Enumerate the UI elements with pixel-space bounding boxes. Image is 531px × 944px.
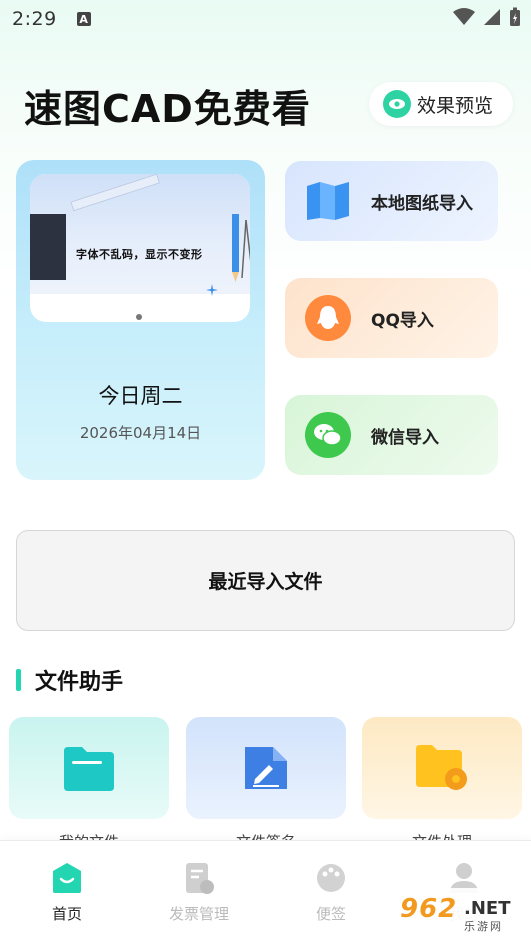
sparkle-icon	[206, 284, 218, 296]
local-import-button[interactable]: 本地图纸导入	[285, 161, 498, 241]
invoice-icon	[186, 863, 214, 894]
cad-screen-graphic	[30, 214, 66, 280]
nav-home-label: 首页	[51, 905, 82, 923]
nav-invoice-label: 发票管理	[168, 905, 229, 923]
wifi-icon	[453, 8, 475, 25]
recent-files-label: 最近导入文件	[208, 571, 323, 593]
date-card: 字体不乱码，显示不变形 今日周二 2026年04月14日	[16, 160, 265, 480]
nav-invoice[interactable]: 发票管理	[133, 841, 265, 944]
palette-icon	[317, 864, 345, 892]
signal-icon	[484, 9, 500, 25]
status-bar: 2:29 A	[0, 0, 531, 38]
folder-gear-icon	[416, 745, 467, 790]
folder-icon	[64, 747, 114, 791]
home-icon	[53, 863, 81, 893]
nav-home[interactable]: 首页	[1, 841, 133, 944]
pencil-icon	[232, 214, 250, 282]
nav-notes[interactable]: 便签	[265, 841, 397, 944]
battery-icon	[510, 7, 520, 26]
preview-button[interactable]: 效果预览	[369, 82, 513, 126]
tool-file-processing[interactable]	[362, 717, 522, 819]
qq-icon	[305, 295, 351, 341]
local-import-label: 本地图纸导入	[371, 193, 473, 214]
wechat-icon	[305, 412, 351, 458]
preview-button-label: 效果预览	[417, 94, 494, 117]
section-accent-bar	[16, 669, 21, 691]
map-icon	[307, 182, 349, 220]
status-icons	[453, 7, 521, 27]
page-title: 速图CAD免费看	[24, 87, 311, 131]
recent-files-panel[interactable]: 最近导入文件	[16, 530, 515, 631]
notification-icon: A	[76, 12, 91, 26]
section-title: 文件助手	[35, 670, 124, 695]
watermark-number: 962	[400, 894, 458, 924]
qq-import-label: QQ导入	[371, 310, 434, 331]
date-label: 2026年04月14日	[79, 424, 202, 442]
eye-icon	[383, 90, 411, 118]
section-header: 文件助手	[16, 664, 123, 696]
tool-my-files[interactable]	[9, 717, 169, 819]
wechat-import-label: 微信导入	[371, 427, 439, 448]
qq-import-button[interactable]: QQ导入	[285, 278, 498, 358]
status-time: 2:29	[12, 8, 57, 30]
signature-icon	[245, 747, 287, 789]
site-watermark: 962 .NET 乐游网	[390, 888, 526, 940]
ruler-icon	[70, 174, 160, 212]
carousel-indicator	[136, 314, 142, 320]
banner-text: 字体不乱码，显示不变形	[76, 248, 203, 261]
watermark-suffix: .NET	[464, 898, 511, 919]
promo-banner[interactable]: 字体不乱码，显示不变形	[30, 174, 250, 322]
wechat-import-button[interactable]: 微信导入	[285, 395, 498, 475]
watermark-site: 乐游网	[464, 920, 503, 933]
banner-image: 字体不乱码，显示不变形	[30, 174, 250, 296]
nav-notes-label: 便签	[315, 905, 346, 923]
weekday-label: 今日周二	[98, 384, 183, 408]
tool-file-signature[interactable]	[186, 717, 346, 819]
